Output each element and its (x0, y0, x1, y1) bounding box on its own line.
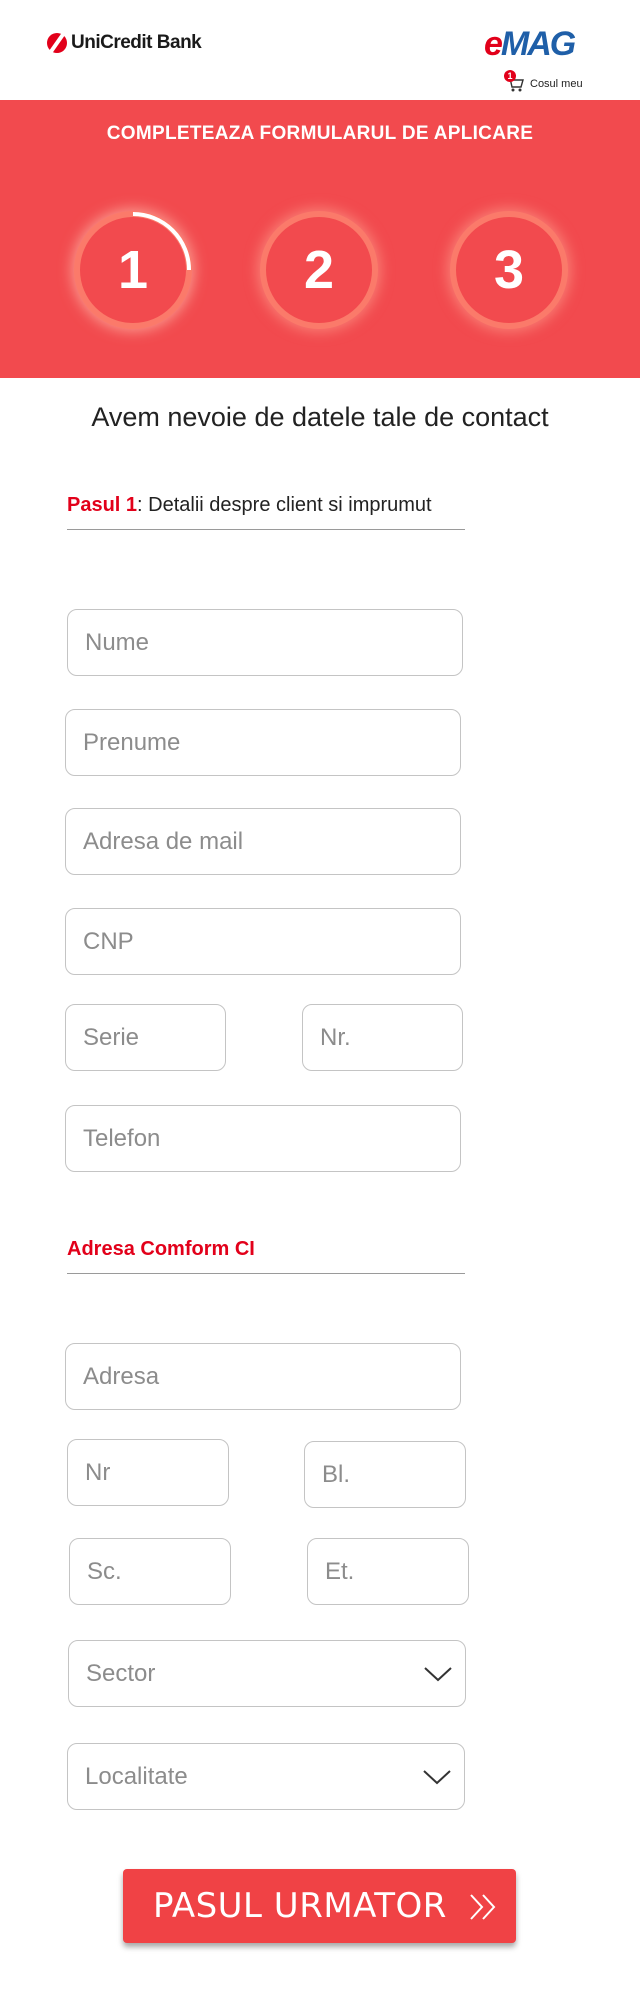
nr-ci-input[interactable] (303, 1005, 462, 1070)
double-chevron-right-icon (470, 1894, 496, 1920)
step-2-indicator: 2 (266, 217, 372, 323)
section-client-details-heading: Pasul 1: Detalii despre client si imprum… (67, 494, 465, 530)
serie-input[interactable] (66, 1005, 225, 1070)
bl-input[interactable] (305, 1442, 465, 1507)
telefon-input[interactable] (66, 1106, 460, 1171)
localitate-select-value[interactable] (68, 1744, 464, 1809)
unicredit-mark-icon (47, 33, 67, 53)
step-progress-ring-icon (132, 212, 191, 271)
nr-ci-field[interactable] (302, 1004, 463, 1071)
step-3-indicator: 3 (456, 217, 562, 323)
section-description: Detalii despre client si imprumut (142, 494, 432, 516)
emag-logo[interactable]: eMAG (484, 25, 576, 63)
header: UniCredit Bank eMAG 1 Cosul meu (0, 0, 640, 100)
step-label: Pasul 1 (67, 494, 138, 516)
email-field[interactable] (65, 808, 461, 875)
prenume-field[interactable] (65, 709, 461, 776)
progress-banner: COMPLETEAZA FORMULARUL DE APLICARE 1 2 3 (0, 100, 640, 378)
emag-logo-rest: MAG (500, 25, 576, 63)
adresa-input[interactable] (66, 1344, 460, 1409)
banner-title: COMPLETEAZA FORMULARUL DE APLICARE (106, 123, 534, 144)
adresa-field[interactable] (65, 1343, 461, 1410)
bl-field[interactable] (304, 1441, 466, 1508)
nume-input[interactable] (68, 610, 462, 675)
step-1-indicator: 1 (80, 212, 191, 323)
section-address-heading: Adresa Comform CI (67, 1238, 465, 1274)
nr-input[interactable] (68, 1440, 228, 1505)
cart-count-badge: 1 (504, 70, 516, 82)
telefon-field[interactable] (65, 1105, 461, 1172)
address-section-title: Adresa Comform CI (67, 1238, 255, 1260)
et-field[interactable] (307, 1538, 469, 1605)
et-input[interactable] (308, 1539, 468, 1604)
sc-field[interactable] (69, 1538, 231, 1605)
sector-select[interactable] (68, 1640, 466, 1707)
cnp-field[interactable] (65, 908, 461, 975)
nr-field[interactable] (67, 1439, 229, 1506)
localitate-select[interactable] (67, 1743, 465, 1810)
sc-input[interactable] (70, 1539, 230, 1604)
prenume-input[interactable] (66, 710, 460, 775)
step-number: 2 (303, 240, 335, 300)
shopping-cart-icon: 1 (504, 70, 524, 92)
step-number: 3 (493, 240, 525, 300)
unicredit-logo-text: UniCredit Bank (71, 32, 202, 53)
page-subtitle: Avem nevoie de datele tale de contact (91, 402, 549, 432)
unicredit-logo: UniCredit Bank (47, 32, 202, 54)
next-step-button[interactable]: PASUL URMATOR (123, 1869, 516, 1943)
chevron-down-icon (423, 1770, 451, 1785)
chevron-down-icon (424, 1667, 452, 1682)
serie-field[interactable] (65, 1004, 226, 1071)
nume-field[interactable] (67, 609, 463, 676)
next-step-label: PASUL URMATOR (153, 1886, 447, 1926)
email-input[interactable] (66, 809, 460, 874)
cnp-input[interactable] (66, 909, 460, 974)
sector-select-value[interactable] (69, 1641, 465, 1706)
cart-label: Cosul meu (530, 78, 583, 90)
emag-logo-e: e (484, 25, 503, 63)
cart-link[interactable]: 1 Cosul meu (504, 70, 583, 92)
